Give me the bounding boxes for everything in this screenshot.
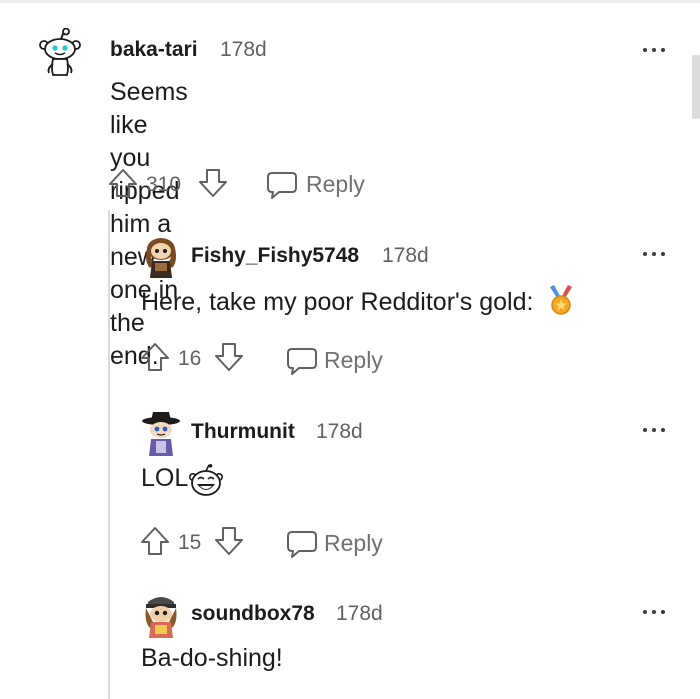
- upvote-arrow-icon[interactable]: [140, 526, 170, 556]
- downvote-arrow-icon[interactable]: [214, 526, 244, 556]
- top-divider: [0, 0, 700, 3]
- avatar[interactable]: [140, 592, 182, 640]
- username[interactable]: baka-tari: [110, 38, 198, 62]
- username[interactable]: Thurmunit: [191, 420, 295, 444]
- avatar[interactable]: [140, 234, 182, 280]
- vote-score: 310: [146, 173, 182, 196]
- more-options-icon[interactable]: [640, 602, 670, 622]
- reply-button[interactable]: Reply: [266, 168, 376, 202]
- scrollbar-thumb[interactable]: [692, 55, 700, 119]
- vote-score: 15: [178, 531, 202, 554]
- username[interactable]: Fishy_Fishy5748: [191, 244, 359, 268]
- vote-controls: 15: [140, 526, 250, 560]
- upvote-arrow-icon[interactable]: [140, 342, 170, 372]
- reply-button[interactable]: Reply: [286, 344, 396, 378]
- comment-age[interactable]: 178d: [336, 602, 383, 626]
- comment-body: LOL: [141, 462, 224, 498]
- username[interactable]: soundbox78: [191, 602, 315, 626]
- comment-bubble-icon: [287, 348, 317, 375]
- comment-body: Here, take my poor Redditor's gold:: [141, 284, 576, 319]
- vote-controls: 16: [140, 342, 250, 376]
- comment-age[interactable]: 178d: [316, 420, 363, 444]
- reply-label: Reply: [324, 347, 383, 373]
- reply-label: Reply: [324, 530, 383, 556]
- reply-label: Reply: [306, 171, 365, 197]
- medal-icon: [546, 284, 576, 315]
- laughing-snoo-emoji-icon: [188, 464, 224, 498]
- more-options-icon[interactable]: [640, 40, 670, 60]
- comment-body-text: LOL: [141, 464, 189, 492]
- more-options-icon[interactable]: [640, 244, 670, 264]
- downvote-arrow-icon[interactable]: [198, 168, 228, 198]
- comment-body: Seems like you ripped him a new one in t…: [110, 76, 188, 373]
- more-options-icon[interactable]: [640, 420, 670, 440]
- comment-body-text: Ba-do-shing!: [141, 644, 283, 672]
- upvote-arrow-icon[interactable]: [108, 168, 138, 198]
- comment-bubble-icon: [287, 531, 317, 558]
- avatar[interactable]: [36, 27, 84, 76]
- avatar[interactable]: [140, 410, 182, 458]
- comment-thread: baka-tari 178d Seems like you ripped him…: [0, 0, 700, 699]
- comment-body: Ba-do-shing!: [141, 642, 283, 675]
- reply-button[interactable]: Reply: [286, 527, 396, 561]
- comment-age[interactable]: 178d: [382, 244, 429, 268]
- vote-controls: 310: [108, 168, 228, 202]
- comment-bubble-icon: [267, 172, 297, 199]
- comment-age[interactable]: 178d: [220, 38, 267, 62]
- vote-score: 16: [178, 347, 202, 370]
- downvote-arrow-icon[interactable]: [214, 342, 244, 372]
- comment-body-text: Here, take my poor Redditor's gold:: [141, 288, 534, 316]
